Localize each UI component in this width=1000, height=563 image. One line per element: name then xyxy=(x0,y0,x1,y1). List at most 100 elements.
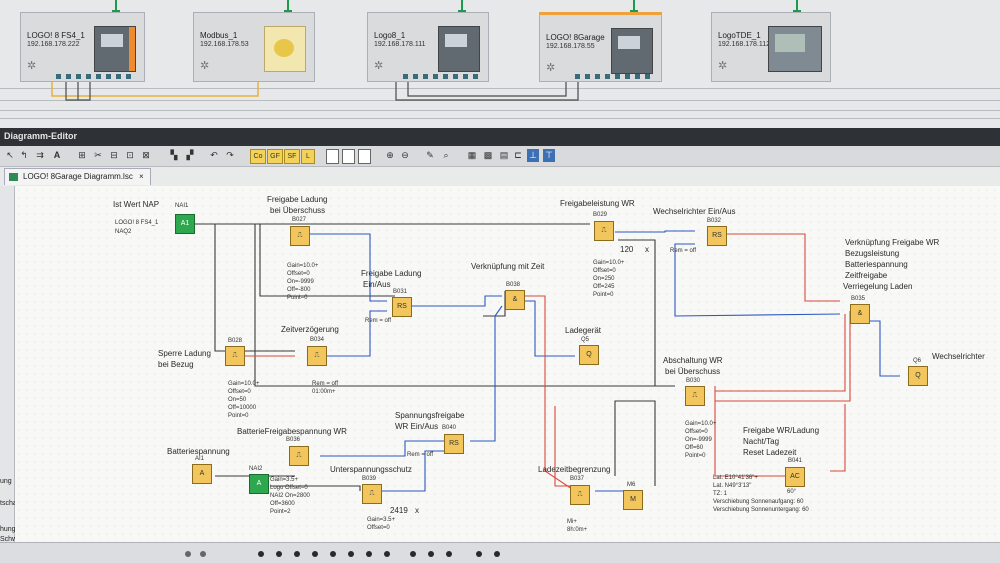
l-button[interactable]: L xyxy=(301,149,315,164)
block-b037[interactable]: ⎍ xyxy=(570,485,590,505)
block-id: B035 xyxy=(851,296,866,302)
sf-button[interactable]: SF xyxy=(284,149,300,164)
co-button[interactable]: Co xyxy=(250,149,266,164)
ungroup-tool-icon[interactable]: ▞ xyxy=(184,149,196,162)
redo-icon[interactable]: ↷ xyxy=(224,149,236,162)
nav-dot[interactable] xyxy=(200,551,206,557)
align-center-icon[interactable]: ⊥ xyxy=(527,149,539,162)
block-b035[interactable]: & xyxy=(850,304,870,324)
block-id: Q5 xyxy=(581,337,590,343)
block-m6[interactable]: M xyxy=(623,490,643,510)
layout-split-icon[interactable] xyxy=(342,149,355,164)
label-abschaltung-bei: bei Überschuss xyxy=(665,367,721,376)
block-b034[interactable]: ⎍ xyxy=(307,346,327,366)
nav-dot[interactable] xyxy=(494,551,500,557)
block-b038[interactable]: & xyxy=(505,290,525,310)
align-right-icon[interactable]: ⊤ xyxy=(543,149,555,162)
block-ai1[interactable]: A xyxy=(192,464,212,484)
label-freigabe-wr-ladung: Freigabe WR/Ladung xyxy=(743,426,820,435)
nav-dot[interactable] xyxy=(294,551,300,557)
split-tool-icon[interactable]: ⊟ xyxy=(108,149,120,162)
nav-dot[interactable] xyxy=(446,551,452,557)
label-bezugsleistung: Bezugsleistung xyxy=(845,249,900,258)
label-verriegelung-laden: Verriegelung Laden xyxy=(843,282,913,291)
label-wechselrichter: Wechselrichter xyxy=(932,352,985,361)
block-id: B036 xyxy=(286,437,301,443)
label-reset-ladezeit: Reset Ladezeit xyxy=(743,448,797,457)
block-id: B031 xyxy=(393,289,408,295)
params-b027: Gain=10.0+ Offset=0 On=-9999 Off=-800 Point=… xyxy=(287,263,319,301)
nav-dot[interactable] xyxy=(276,551,282,557)
params-b028: Gain=10.0+ Offset=0 On=50 Off=10000 Point=0 xyxy=(228,381,260,419)
online-test-icon[interactable]: ▩ xyxy=(482,149,494,162)
block-b039[interactable]: ⎍ xyxy=(362,484,382,504)
block-tool-icon[interactable]: ⊞ xyxy=(76,149,88,162)
label-ein-aus: Ein/Aus xyxy=(363,280,391,289)
left-panel-item[interactable]: ung xyxy=(0,478,12,485)
label-batteriespannung-t: Batteriespannung xyxy=(845,260,908,269)
block-b029[interactable]: ⎍ xyxy=(594,221,614,241)
nav-dot[interactable] xyxy=(410,551,416,557)
layout-grid-icon[interactable] xyxy=(358,149,371,164)
params-b040: Rem = off xyxy=(407,452,434,458)
close-icon[interactable]: × xyxy=(139,172,144,181)
connect-tool-icon[interactable]: ↰ xyxy=(18,149,30,162)
params-b039: Gain=3.5+ Offset=0 xyxy=(367,517,396,531)
magnify-icon[interactable]: ⌕ xyxy=(440,149,452,162)
left-panel-item[interactable]: hung xyxy=(0,526,16,533)
distribute-tool-icon[interactable]: ⊠ xyxy=(140,149,152,162)
cut-tool-icon[interactable]: ✂ xyxy=(92,149,104,162)
nav-dot[interactable] xyxy=(476,551,482,557)
nav-dot[interactable] xyxy=(185,551,191,557)
nav-dot[interactable] xyxy=(312,551,318,557)
label-zeitfreigabe: Zeitfreigabe xyxy=(845,271,888,280)
block-q6[interactable]: Q xyxy=(908,366,928,386)
block-id: B029 xyxy=(593,212,608,218)
tab-diagram[interactable]: LOGO! 8Garage Diagramm.lsc × xyxy=(4,168,151,185)
pen-icon[interactable]: ✎ xyxy=(424,149,436,162)
undo-icon[interactable]: ↶ xyxy=(208,149,220,162)
label-ladegeraet: Ladegerät xyxy=(565,326,602,335)
transfer-icon[interactable]: ▤ xyxy=(498,149,510,162)
group-tool-icon[interactable]: ▚ xyxy=(168,149,180,162)
label-ladezeitbegrenzung: Ladezeitbegrenzung xyxy=(538,465,611,474)
value-x: x xyxy=(415,506,419,515)
block-b030[interactable]: ⎍ xyxy=(685,386,705,406)
nav-dot[interactable] xyxy=(330,551,336,557)
block-nai1[interactable]: A1 xyxy=(175,214,195,234)
block-b028[interactable]: ⎍ xyxy=(225,346,245,366)
text-tool-icon[interactable]: A xyxy=(52,149,62,162)
block-id: NAI2 xyxy=(249,466,263,472)
block-b032[interactable]: RS xyxy=(707,226,727,246)
zoom-in-icon[interactable]: ⊕ xyxy=(384,149,396,162)
layout-single-icon[interactable] xyxy=(326,149,339,164)
nav-dot[interactable] xyxy=(348,551,354,557)
align-tool-icon[interactable]: ⊡ xyxy=(124,149,136,162)
gf-button[interactable]: GF xyxy=(267,149,283,164)
block-b040[interactable]: RS xyxy=(444,434,464,454)
block-b027[interactable]: ⎍ xyxy=(290,226,310,246)
block-b031[interactable]: RS xyxy=(392,297,412,317)
block-id: M6 xyxy=(627,482,636,488)
nav-dot[interactable] xyxy=(366,551,372,557)
block-id: B032 xyxy=(707,218,722,224)
editor-toolbar: ↖ ↰ ⇉ A ⊞ ✂ ⊟ ⊡ ⊠ ▚ ▞ ↶ ↷ Co GF SF L ⊕ ⊖… xyxy=(0,146,1000,167)
constants-tool-icon[interactable]: ⇉ xyxy=(33,149,47,162)
block-q5[interactable]: Q xyxy=(579,345,599,365)
value-2419: 2419 xyxy=(390,506,408,515)
nav-dot[interactable] xyxy=(428,551,434,557)
select-tool-icon[interactable]: ↖ xyxy=(4,149,16,162)
diagram-canvas[interactable]: Ist Wert NAP LOGO! 8 FS4_1 NAQ2 NAI1 A1 … xyxy=(15,186,1000,542)
params-b030: Gain=10.0+ Offset=0 On=-9999 Off=60 Point=0 xyxy=(685,421,717,459)
block-id: B030 xyxy=(686,378,701,384)
value-120: 120 xyxy=(620,245,634,254)
nav-dot[interactable] xyxy=(258,551,264,557)
block-id: B027 xyxy=(292,217,307,223)
block-b036[interactable]: ⎍ xyxy=(289,446,309,466)
zoom-out-icon[interactable]: ⊖ xyxy=(399,149,411,162)
block-id: B041 xyxy=(788,458,803,464)
nav-dot[interactable] xyxy=(384,551,390,557)
simulation-icon[interactable]: ▦ xyxy=(466,149,478,162)
block-nai2[interactable]: A xyxy=(249,474,269,494)
align-left-icon[interactable]: ⊏ xyxy=(512,149,524,162)
